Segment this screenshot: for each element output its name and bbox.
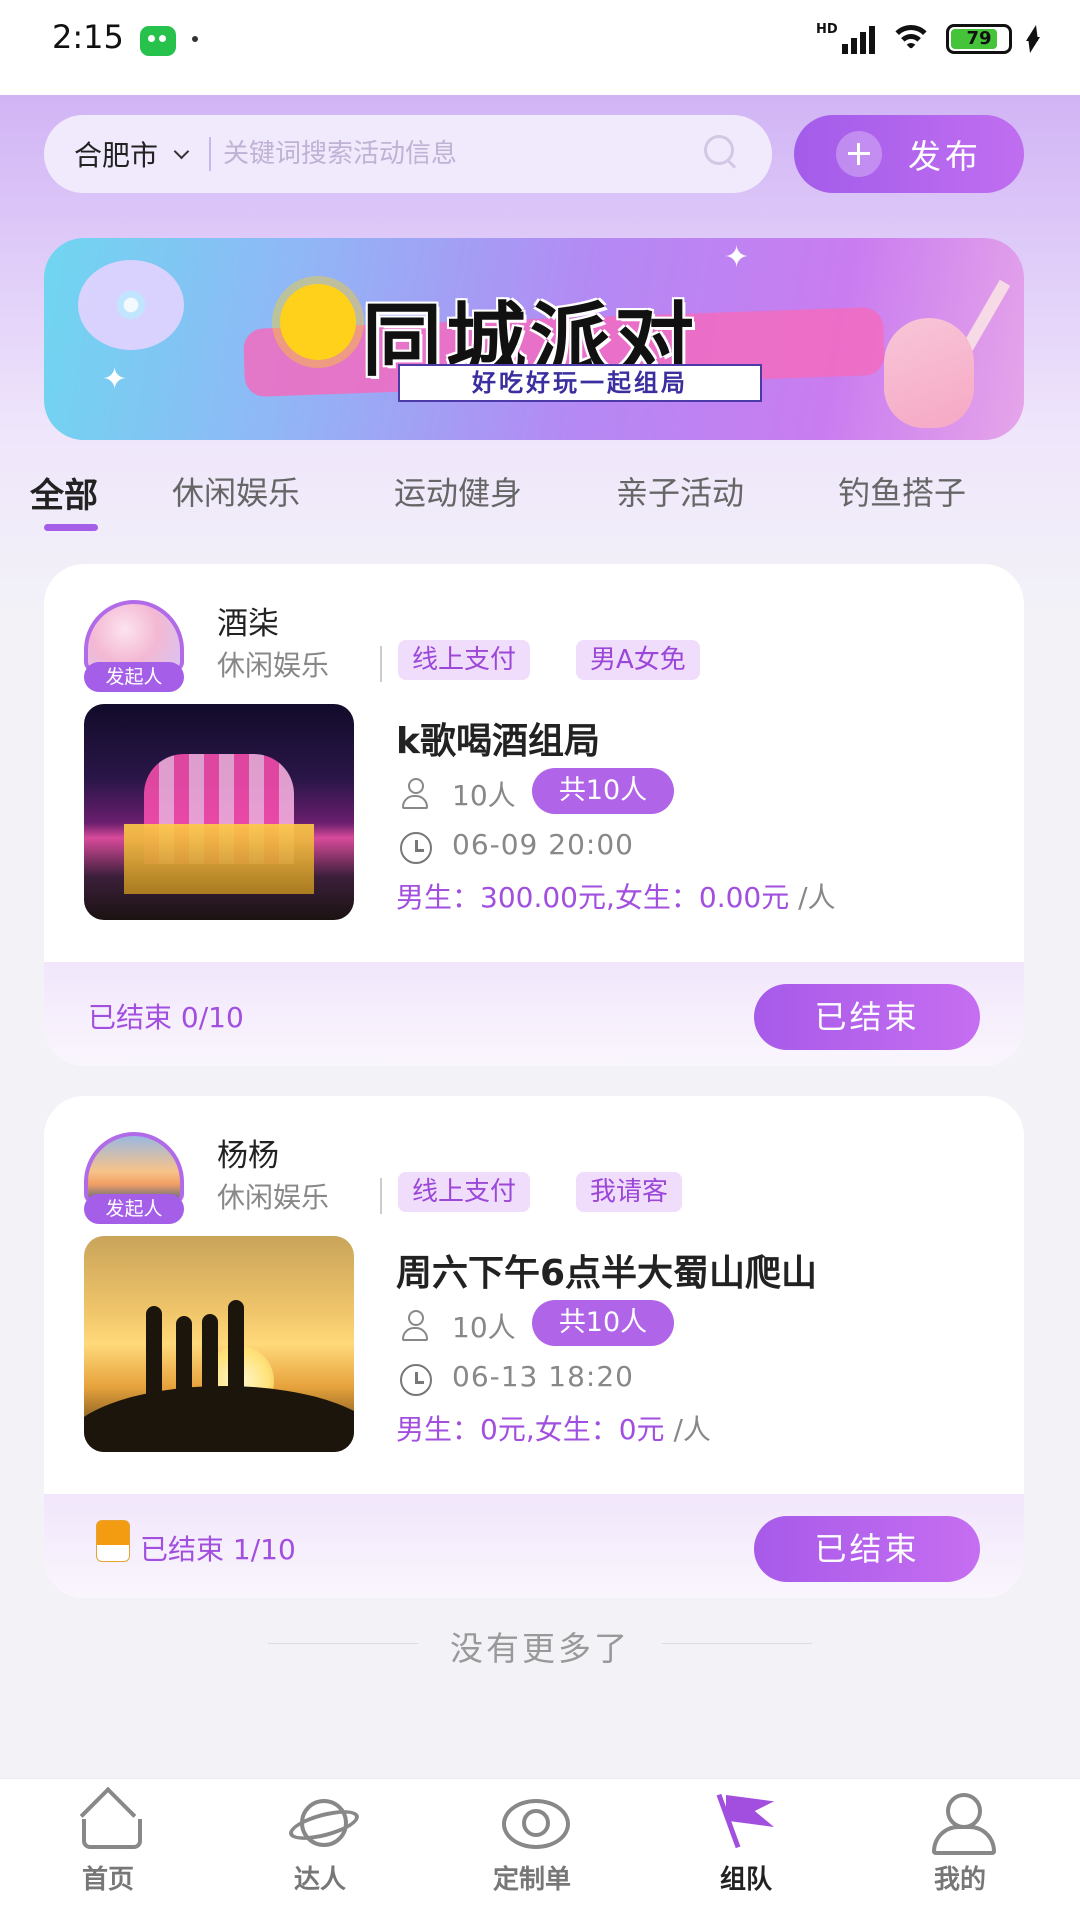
total-people-badge: 共10人 (532, 768, 674, 814)
organizer-name: 杨杨 (217, 1138, 279, 1174)
charging-icon (1024, 25, 1040, 53)
nav-label: 我的 (933, 1865, 986, 1895)
event-time: 06-09 20:00 (452, 828, 634, 861)
price-unit: /人 (673, 1413, 711, 1446)
search-divider (209, 137, 212, 171)
search-bar: 合肥市 (44, 115, 772, 193)
status-time: 2:15 (52, 18, 124, 56)
activity-title: 周六下午6点半大蜀山爬山 (396, 1253, 818, 1294)
card-footer: 已结束 1/10 已结束 (44, 1494, 1024, 1598)
price-text: 男生：0元,女生：0元 (396, 1413, 665, 1446)
activity-title: k歌喝酒组局 (396, 721, 600, 762)
publish-button[interactable]: 发布 (794, 115, 1024, 193)
search-icon[interactable] (704, 135, 738, 169)
organizer-badge: 发起人 (84, 1194, 184, 1224)
more-notifications-dot (192, 36, 198, 42)
nav-label: 组队 (719, 1865, 772, 1895)
organizer-avatar[interactable]: 发起人 (84, 600, 184, 692)
activity-category: 休闲娱乐 (217, 1181, 330, 1214)
tab-leisure[interactable]: 休闲娱乐 (172, 468, 300, 514)
tab-fishing[interactable]: 钓鱼搭子 (838, 468, 966, 514)
organizer-badge: 发起人 (84, 662, 184, 692)
tab-all[interactable]: 全部 (30, 468, 98, 517)
tag-fee-rule: 男A女免 (576, 640, 700, 680)
sparkle-icon: ✦ (102, 362, 128, 397)
nav-label: 达人 (293, 1865, 346, 1895)
people-count: 10人 (452, 779, 516, 812)
activity-image (84, 1236, 354, 1452)
home-icon (76, 1793, 142, 1849)
nav-talent[interactable]: 达人 (250, 1793, 390, 1913)
bottom-navigation: 首页 达人 定制单 组队 我的 (0, 1778, 1080, 1920)
tag-fee-rule: 我请客 (576, 1172, 683, 1212)
clock-icon (400, 1364, 432, 1396)
activity-category: 休闲娱乐 (217, 649, 330, 682)
activity-card[interactable]: 发起人 酒柒 休闲娱乐 线上支付 男A女免 k歌喝酒组局 10人 共10人 06… (44, 564, 1024, 1066)
price-line: 男生：0元,女生：0元 /人 (396, 1408, 711, 1448)
status-bar: 2:15 HD 79 (0, 0, 1080, 95)
signal-icon: HD (816, 22, 876, 56)
nav-home[interactable]: 首页 (38, 1793, 178, 1913)
tag-payment: 线上支付 (398, 640, 531, 680)
activity-image (84, 704, 354, 920)
wechat-notification-icon (140, 26, 176, 56)
nav-label: 首页 (81, 1865, 134, 1895)
tab-sports[interactable]: 运动健身 (394, 468, 522, 514)
flag-icon (714, 1793, 778, 1849)
tag-payment: 线上支付 (398, 1172, 531, 1212)
signup-status: 已结束 1/10 (140, 1533, 296, 1566)
organizer-name: 酒柒 (217, 606, 279, 642)
planet-icon (288, 1793, 352, 1849)
nav-profile[interactable]: 我的 (890, 1793, 1030, 1913)
publish-label: 发布 (908, 137, 982, 176)
city-selector[interactable]: 合肥市 (74, 134, 190, 174)
no-more-text: 没有更多了 (450, 1629, 630, 1668)
wifi-icon (888, 23, 934, 55)
app-logo-icon (96, 1520, 130, 1562)
ended-button[interactable]: 已结束 (754, 984, 980, 1050)
search-input[interactable] (223, 139, 664, 169)
total-people-badge: 共10人 (532, 1300, 674, 1346)
people-count: 10人 (452, 1311, 516, 1344)
nav-team[interactable]: 组队 (676, 1793, 816, 1913)
violin-icon (884, 268, 1011, 428)
ended-button[interactable]: 已结束 (754, 1516, 980, 1582)
price-text: 男生：300.00元,女生：0.00元 (396, 881, 790, 914)
nav-custom-order[interactable]: 定制单 (462, 1793, 602, 1913)
meta-divider (380, 1178, 382, 1214)
meta-divider (380, 646, 382, 682)
chevron-down-icon (173, 143, 190, 159)
activity-card[interactable]: 发起人 杨杨 休闲娱乐 线上支付 我请客 周六下午6点半大蜀山爬山 10人 共1… (44, 1096, 1024, 1598)
price-unit: /人 (798, 881, 836, 914)
nav-label: 定制单 (492, 1865, 571, 1895)
banner-subtitle: 好吃好玩一起组局 (398, 364, 762, 402)
cd-disc-icon (78, 260, 184, 350)
card-footer: 已结束 0/10 已结束 (44, 962, 1024, 1066)
battery-level: 79 (966, 28, 992, 49)
promo-banner[interactable]: ✦ ✦ 同城派对 好吃好玩一起组局 (44, 238, 1024, 440)
eye-icon (500, 1793, 570, 1849)
status-indicators: HD 79 (816, 22, 1040, 56)
battery-icon: 79 (946, 24, 1012, 54)
active-tab-indicator (44, 524, 98, 531)
clock-icon (400, 832, 432, 864)
category-tabs: 全部 休闲娱乐 运动健身 亲子活动 钓鱼搭子 (30, 468, 1080, 538)
sparkle-icon: ✦ (724, 240, 750, 275)
tab-family[interactable]: 亲子活动 (616, 468, 744, 514)
person-icon (400, 778, 430, 809)
event-time: 06-13 18:20 (452, 1360, 634, 1393)
plus-icon (836, 131, 882, 177)
signup-status: 已结束 0/10 (88, 1001, 244, 1034)
price-line: 男生：300.00元,女生：0.00元 /人 (396, 876, 836, 916)
sun-icon (280, 284, 356, 360)
city-label: 合肥市 (74, 139, 159, 172)
organizer-avatar[interactable]: 发起人 (84, 1132, 184, 1224)
person-icon (400, 1310, 430, 1341)
user-icon (928, 1793, 996, 1855)
